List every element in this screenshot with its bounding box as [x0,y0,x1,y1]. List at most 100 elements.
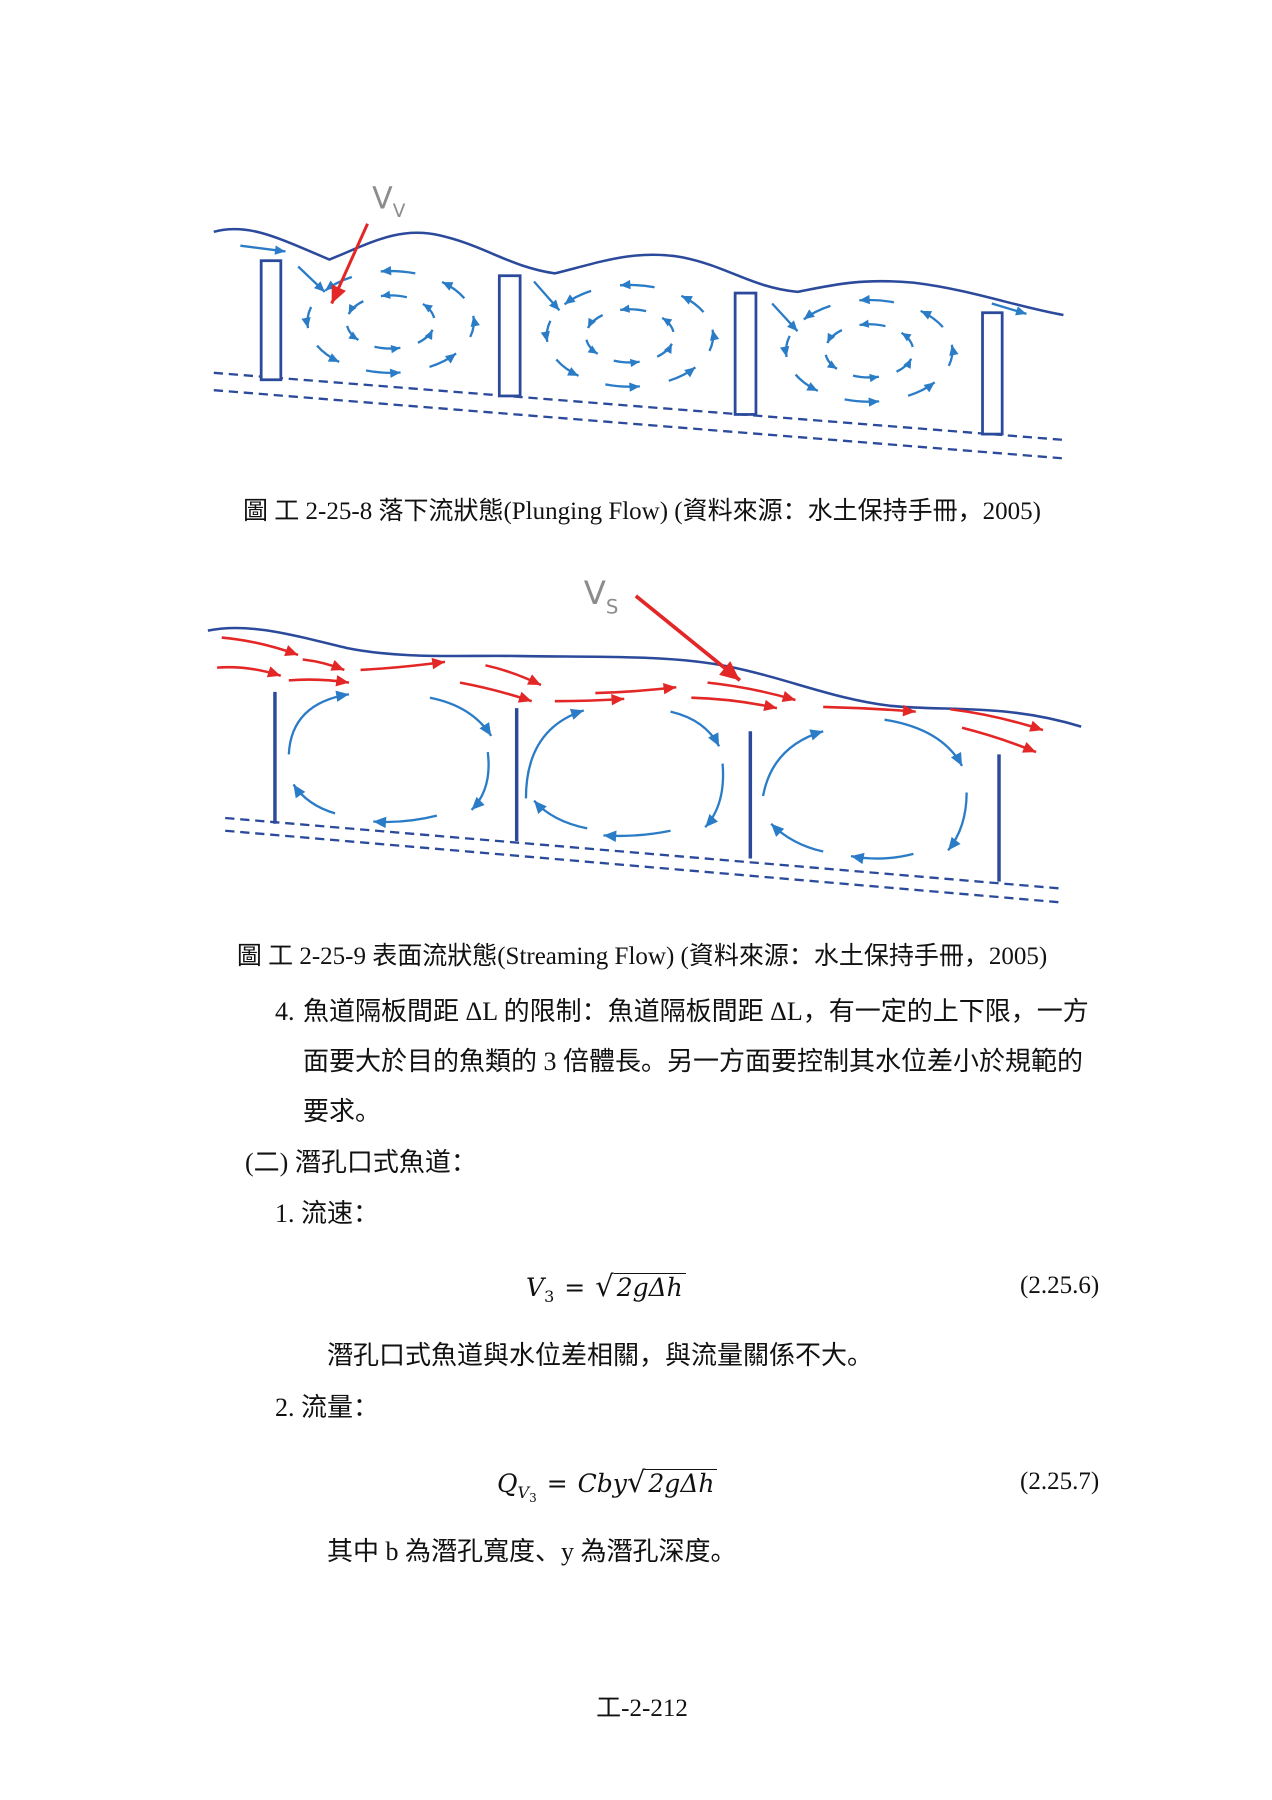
baffle [497,274,522,398]
channel-bed-line [213,371,1064,442]
surface-flow-arrow [360,657,446,672]
channel-bed-line [225,816,1062,890]
flow-arrow [316,344,340,364]
radicand: 2gΔh [613,1273,686,1302]
channel-bed-line [225,829,1062,904]
flow-arrow [365,368,401,378]
flow-arrow [947,792,968,852]
equation-subscript: V3 [517,1483,537,1505]
flow-arrow [771,302,799,332]
flow-arrow [884,718,964,767]
paragraph-line: 要求。 [303,1097,382,1126]
flow-arrow [555,358,580,377]
flow-arrow [373,814,438,829]
flow-arrow [680,294,705,313]
baffle [259,259,283,382]
figure-plunging-flow: VV [213,182,1064,460]
flow-arrow [668,366,697,382]
flow-arrow [603,829,671,842]
surface-flow-arrow [485,664,542,687]
surface-flow-arrow [691,696,778,712]
velocity-subscript: V [393,201,406,222]
figure-streaming-flow: VS [207,574,1082,904]
equals-sign: = [564,1273,586,1302]
equation-number: (2.25.7) [1020,1468,1100,1495]
flow-arrow [422,302,436,319]
equation-velocity: V3 = √ 2gΔh [526,1268,686,1306]
flow-arrows [217,636,1044,865]
equation-symbol: Q [497,1469,518,1498]
flow-arrow [540,320,552,343]
flow-arrow [524,708,585,799]
surface-flow-arrow [961,726,1037,754]
surface-flow-arrow [217,665,282,678]
surface-flow-arrow [554,693,625,706]
equation-discharge: QV3 = Cby√ 2gΔh [497,1464,718,1505]
flow-arrow [470,751,490,811]
flow-arrow [417,329,434,344]
paragraph-line: 面要大於目的魚類的 3 倍體長。另一方面要控制其水位差小於規範的 [303,1047,1084,1076]
flow-arrow [859,294,895,305]
flow-arrow [441,280,466,300]
flow-arrow [920,309,944,328]
flow-arrow [896,358,913,373]
flow-arrow [297,265,326,293]
flow-arrow [844,397,880,407]
square-root: √ 2gΔh [595,1268,686,1306]
equation-coefficient: Cby [577,1469,627,1498]
flow-arrow [708,329,720,352]
baffle [981,311,1004,436]
paragraph-line: 潛孔口式魚道與水位差相關，與流量關係不大。 [327,1341,874,1370]
figure-caption: 圖 工 2-25-8 落下流狀態(Plunging Flow) (資料來源：水土… [243,498,1041,525]
water-surface [213,227,1064,317]
subsection-heading: 1. 流速： [275,1199,380,1228]
flow-arrow [563,289,592,306]
velocity-subscript: S [606,595,618,618]
surface-flow-arrow [459,681,533,703]
paragraph-line: 其中 b 為潛孔寬度、y 為潛孔深度。 [327,1537,737,1566]
velocity-symbol: V [584,574,606,612]
flow-arrow [794,373,819,392]
flow-arrow [780,335,791,358]
channel-bed-line [213,389,1064,460]
velocity-label: VS [584,574,619,618]
radicand: 2gΔh [645,1469,718,1498]
surface-flow-arrow [288,675,350,687]
flow-arrow [469,315,480,338]
flow-arrow [770,822,824,853]
flow-arrow [429,696,493,737]
flow-arrow [605,382,640,392]
equation-number: (2.25.6) [1020,1272,1100,1299]
figure-caption: 圖 工 2-25-9 表面流狀態(Streaming Flow) (資料來源：水… [236,943,1048,970]
flow-arrow [429,352,457,369]
radical-sign: √ [626,1465,646,1499]
flow-arrow [613,358,640,368]
flow-arrow [850,852,914,865]
flow-arrow [533,280,561,312]
equation-symbol: V [526,1273,545,1302]
flow-arrow [585,339,599,355]
flow-arrow [859,319,886,328]
flow-arrow [900,331,914,348]
flow-arrow [907,381,936,397]
flow-arrow [661,316,675,333]
flow-arrow [533,799,588,830]
velocity-arrow [634,594,742,682]
flow-arrow [380,290,408,299]
velocity-symbol: V [372,182,393,217]
flow-arrows [240,244,1027,407]
flow-arrow [292,783,336,815]
flow-arrow [656,343,673,358]
subsection-heading: 2. 流量： [275,1393,380,1422]
flow-arrow [852,373,880,383]
flow-arrow [824,354,838,370]
flow-arrow [301,306,313,329]
flow-arrow [240,244,286,255]
baffle [733,291,758,416]
flow-arrow [346,325,360,341]
flow-arrow [803,304,831,321]
flow-arrow [374,345,401,354]
equation-subscript-symbol: V [517,1483,530,1502]
flow-arrow [620,304,647,313]
list-number: 4. [275,997,295,1026]
